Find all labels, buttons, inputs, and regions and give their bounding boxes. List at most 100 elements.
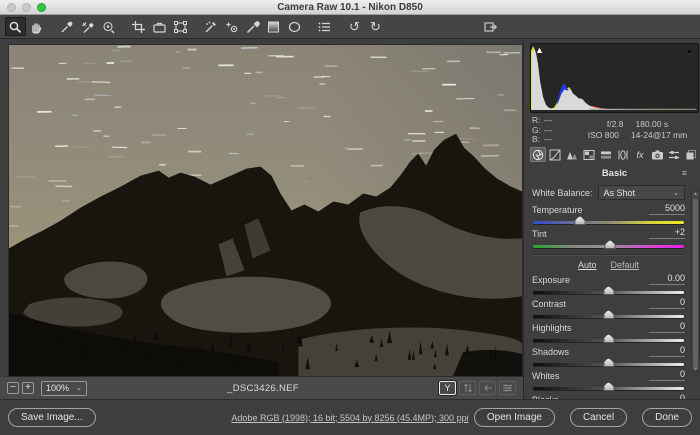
panel-scrollbar[interactable]: ▲ ⌄ [691,190,700,359]
save-image-button[interactable]: Save Image... [8,408,96,427]
red-eye-tool[interactable] [221,17,242,36]
filename-label: _DSC3426.NEF [90,383,436,394]
slider-track[interactable] [533,315,684,318]
highlight-clipping-warning-icon[interactable]: ▲ [685,45,694,55]
zoom-out-button[interactable]: − [7,382,19,394]
tab-tone-curve[interactable] [547,147,563,162]
scroll-up-arrow-icon[interactable]: ▲ [692,191,699,197]
slider-thumb[interactable] [574,216,585,225]
slider-thumb[interactable] [605,240,616,249]
slider-track[interactable] [533,291,684,294]
slider-thumb[interactable] [603,382,614,391]
dialog-footer: Save Image... Adobe RGB (1998); 16 bit; … [0,399,700,435]
tone-curve-icon [549,149,561,161]
shadow-clipping-warning-icon[interactable]: ▲ [535,45,544,55]
split-bars-icon [600,149,612,161]
radial-filter-tool[interactable] [284,17,305,36]
tab-snapshots[interactable] [683,147,699,162]
slider-value-field[interactable]: 5000 [649,203,685,215]
tab-presets[interactable] [666,147,682,162]
toggle-filmstrip-button[interactable] [480,17,501,36]
presets-sliders-icon [668,149,680,161]
graduated-filter-icon [266,20,281,34]
photo-canvas[interactable] [9,45,522,376]
slider-row-contrast: Contrast0 [532,297,685,318]
radial-filter-icon [287,20,302,34]
slider-track[interactable] [533,363,684,366]
slider-row-temperature: Temperature5000 [532,203,685,224]
cancel-button[interactable]: Cancel [570,408,627,427]
open-image-button[interactable]: Open Image [474,408,555,427]
slider-track[interactable] [533,387,684,390]
zoom-window-button[interactable] [37,3,46,12]
crop-icon [131,20,146,34]
chevron-down-icon: ⌄ [673,189,679,197]
slider-value-field[interactable]: 0 [649,345,685,357]
crop-tool[interactable] [128,17,149,36]
panel-title: Basic [602,168,627,179]
adjustment-brush-tool[interactable] [242,17,263,36]
histogram-plot [531,44,698,112]
scrollbar-thumb[interactable] [693,199,698,369]
straighten-tool[interactable] [149,17,170,36]
b-value: --- [544,134,553,144]
healing-brush-icon [203,20,218,34]
workflow-options-link[interactable]: Adobe RGB (1998); 16 bit; 5504 by 8256 (… [231,413,468,423]
hand-icon [29,20,44,34]
level-case-icon [152,20,167,34]
slider-thumb[interactable] [603,358,614,367]
swap-before-after-button[interactable] [459,381,476,395]
done-button[interactable]: Done [642,408,692,427]
slider-track[interactable] [533,245,684,248]
rotate-left-button[interactable]: ↺ [344,17,365,36]
slider-value-field[interactable]: +2 [649,227,685,239]
aperture-icon [532,149,544,161]
brush-icon [245,20,260,34]
rotate-right-button[interactable]: ↻ [365,17,386,36]
white-balance-tool[interactable] [56,17,77,36]
panel-menu-icon[interactable]: ≡ [682,169,687,178]
close-window-button[interactable] [7,3,16,12]
transform-frame-icon [173,20,188,34]
minimize-window-button[interactable] [22,3,31,12]
title-bar: Camera Raw 10.1 - Nikon D850 [0,0,700,15]
slider-thumb[interactable] [603,334,614,343]
tab-lens-corrections[interactable] [615,147,631,162]
scroll-down-arrow-icon[interactable]: ⌄ [692,364,699,372]
slider-label: Tint [532,229,547,239]
slider-value-field[interactable]: 0.00 [649,273,685,285]
slider-value-field[interactable]: 0 [649,369,685,381]
default-link[interactable]: Default [610,260,639,270]
slider-value-field[interactable]: 0 [649,297,685,309]
transform-tool[interactable] [170,17,191,36]
slider-thumb[interactable] [603,310,614,319]
zoom-in-button[interactable]: + [22,382,34,394]
tab-hsl-adjustments[interactable] [581,147,597,162]
tab-effects[interactable]: fx [632,147,648,162]
tab-basic[interactable] [530,147,546,162]
preview-preferences-button[interactable] [499,381,516,395]
slider-row-shadows: Shadows0 [532,345,685,366]
color-sampler-tool[interactable] [77,17,98,36]
graduated-filter-tool[interactable] [263,17,284,36]
white-balance-select[interactable]: As Shot ⌄ [598,185,685,200]
slider-track[interactable] [533,221,684,224]
basic-panel-content: White Balance: As Shot ⌄ Temperature5000… [530,185,699,435]
panel-header: Basic ≡ [530,166,699,180]
zoom-level-select[interactable]: 100% ⌄ [41,381,87,396]
tab-detail[interactable] [564,147,580,162]
copy-settings-button[interactable] [479,381,496,395]
targeted-adjustment-tool[interactable] [98,17,119,36]
histogram: ▲ ▲ [530,43,699,113]
hand-tool[interactable] [26,17,47,36]
tab-camera-calibration[interactable] [649,147,665,162]
tab-split-toning[interactable] [598,147,614,162]
slider-value-field[interactable]: 0 [649,321,685,333]
preferences-button[interactable] [314,17,335,36]
before-after-toggle-button[interactable]: Y [439,381,456,395]
auto-link[interactable]: Auto [578,260,597,270]
spot-removal-tool[interactable] [200,17,221,36]
slider-thumb[interactable] [603,286,614,295]
slider-track[interactable] [533,339,684,342]
zoom-tool[interactable] [5,17,26,36]
